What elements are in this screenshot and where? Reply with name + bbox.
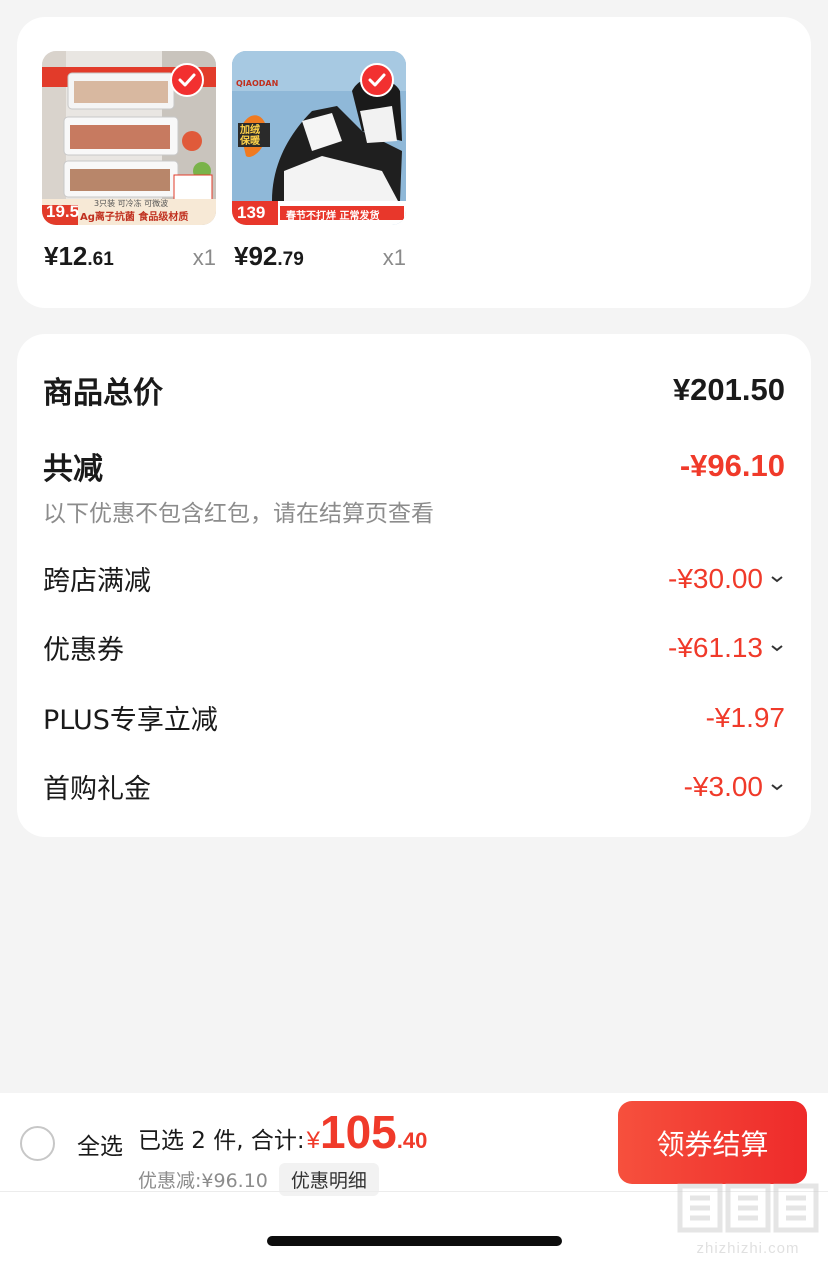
- product-price: ¥92.79: [234, 241, 304, 272]
- discount-row-cross-store[interactable]: 跨店满减 -¥30.00: [43, 559, 785, 598]
- cart-products-card: 19.5 Ag离子抗菌 食品级材质 3只装 可冷冻 可微波 ¥12.61 x1: [17, 17, 811, 308]
- total-price-label: 商品总价: [43, 376, 163, 411]
- total-reduction-label: 共减: [43, 452, 103, 487]
- discount-row-first-purchase[interactable]: 首购礼金 -¥3.00: [43, 767, 785, 806]
- selected-count-text: 已选 2 件, 合计:: [138, 1128, 305, 1154]
- discount-note: 以下优惠不包含红包，请在结算页查看: [43, 501, 434, 527]
- product-item[interactable]: 19.5 Ag离子抗菌 食品级材质 3只装 可冷冻 可微波 ¥12.61 x1: [42, 51, 216, 271]
- checkout-button[interactable]: 领券结算: [618, 1101, 807, 1184]
- price-summary-card: 商品总价 ¥201.50 共减 -¥96.10 以下优惠不包含红包，请在结算页查…: [17, 334, 811, 837]
- discount-row-plus: PLUS专享立减 -¥1.97: [43, 698, 785, 737]
- product-price: ¥12.61: [44, 241, 114, 272]
- discount-label: PLUS专享立减: [43, 705, 218, 736]
- watermark-logo-icon: [677, 1183, 819, 1233]
- product-banner-text: Ag离子抗菌 食品级材质: [80, 212, 189, 223]
- discount-value: -¥61.13: [668, 632, 785, 664]
- chevron-down-icon[interactable]: [769, 781, 785, 793]
- selected-summary: 已选 2 件, 合计: ¥ 105 .40: [138, 1105, 427, 1159]
- product-image[interactable]: QIAODAN 加绒保暖 139 春节不打烊 正常发货: [232, 51, 406, 225]
- discount-value: -¥30.00: [668, 563, 785, 595]
- chevron-down-icon[interactable]: [769, 642, 785, 654]
- total-price-row: 商品总价 ¥201.50: [43, 368, 785, 412]
- home-indicator[interactable]: [267, 1236, 562, 1246]
- product-item[interactable]: QIAODAN 加绒保暖 139 春节不打烊 正常发货 ¥92.79 x1: [232, 51, 406, 271]
- total-amount: 105: [320, 1106, 397, 1158]
- product-badge-price: 19.5: [46, 202, 80, 221]
- discount-total-text: 优惠减:¥96.10: [138, 1170, 268, 1192]
- product-tag-text: 加绒保暖: [240, 125, 260, 147]
- discount-label: 跨店满减: [43, 566, 151, 597]
- total-reduction-row: 共减 -¥96.10: [43, 444, 785, 488]
- discount-label: 首购礼金: [43, 774, 151, 805]
- product-brand: QIAODAN: [236, 79, 279, 88]
- product-badge-price: 139: [237, 203, 266, 222]
- discount-amount: -¥30.00: [668, 562, 763, 594]
- select-all-label[interactable]: 全选: [77, 1127, 123, 1161]
- currency-symbol: ¥: [306, 1127, 320, 1154]
- product-banner-text: 春节不打烊 正常发货: [286, 211, 380, 222]
- discount-amount: -¥61.13: [668, 631, 763, 663]
- discount-amount: -¥3.00: [683, 770, 763, 802]
- select-all-radio[interactable]: [20, 1126, 55, 1161]
- total-amount-cents: .40: [396, 1128, 428, 1153]
- product-quantity: x1: [192, 245, 216, 270]
- total-reduction-value: -¥96.10: [679, 448, 785, 483]
- selected-check-icon[interactable]: [360, 63, 394, 97]
- discount-row-coupon[interactable]: 优惠券 -¥61.13: [43, 628, 785, 667]
- discount-label: 优惠券: [43, 635, 124, 666]
- product-price-int: ¥92: [234, 241, 278, 271]
- product-quantity: x1: [382, 245, 406, 270]
- total-price-value: ¥201.50: [672, 372, 785, 407]
- watermark: zhizhizhi.com: [676, 1180, 820, 1258]
- chevron-down-icon[interactable]: [769, 573, 785, 585]
- product-price-cents: .61: [87, 249, 114, 270]
- discount-value: -¥1.97: [706, 702, 785, 734]
- product-image[interactable]: 19.5 Ag离子抗菌 食品级材质 3只装 可冷冻 可微波: [42, 51, 216, 225]
- discount-value: -¥3.00: [684, 771, 785, 803]
- selected-check-icon[interactable]: [170, 63, 204, 97]
- product-tag-text: 3只装 可冷冻 可微波: [94, 199, 169, 208]
- watermark-text: zhizhizhi.com: [696, 1240, 800, 1257]
- product-price-cents: .79: [277, 249, 304, 270]
- discount-amount: -¥1.97: [705, 701, 785, 733]
- product-price-int: ¥12: [44, 241, 88, 271]
